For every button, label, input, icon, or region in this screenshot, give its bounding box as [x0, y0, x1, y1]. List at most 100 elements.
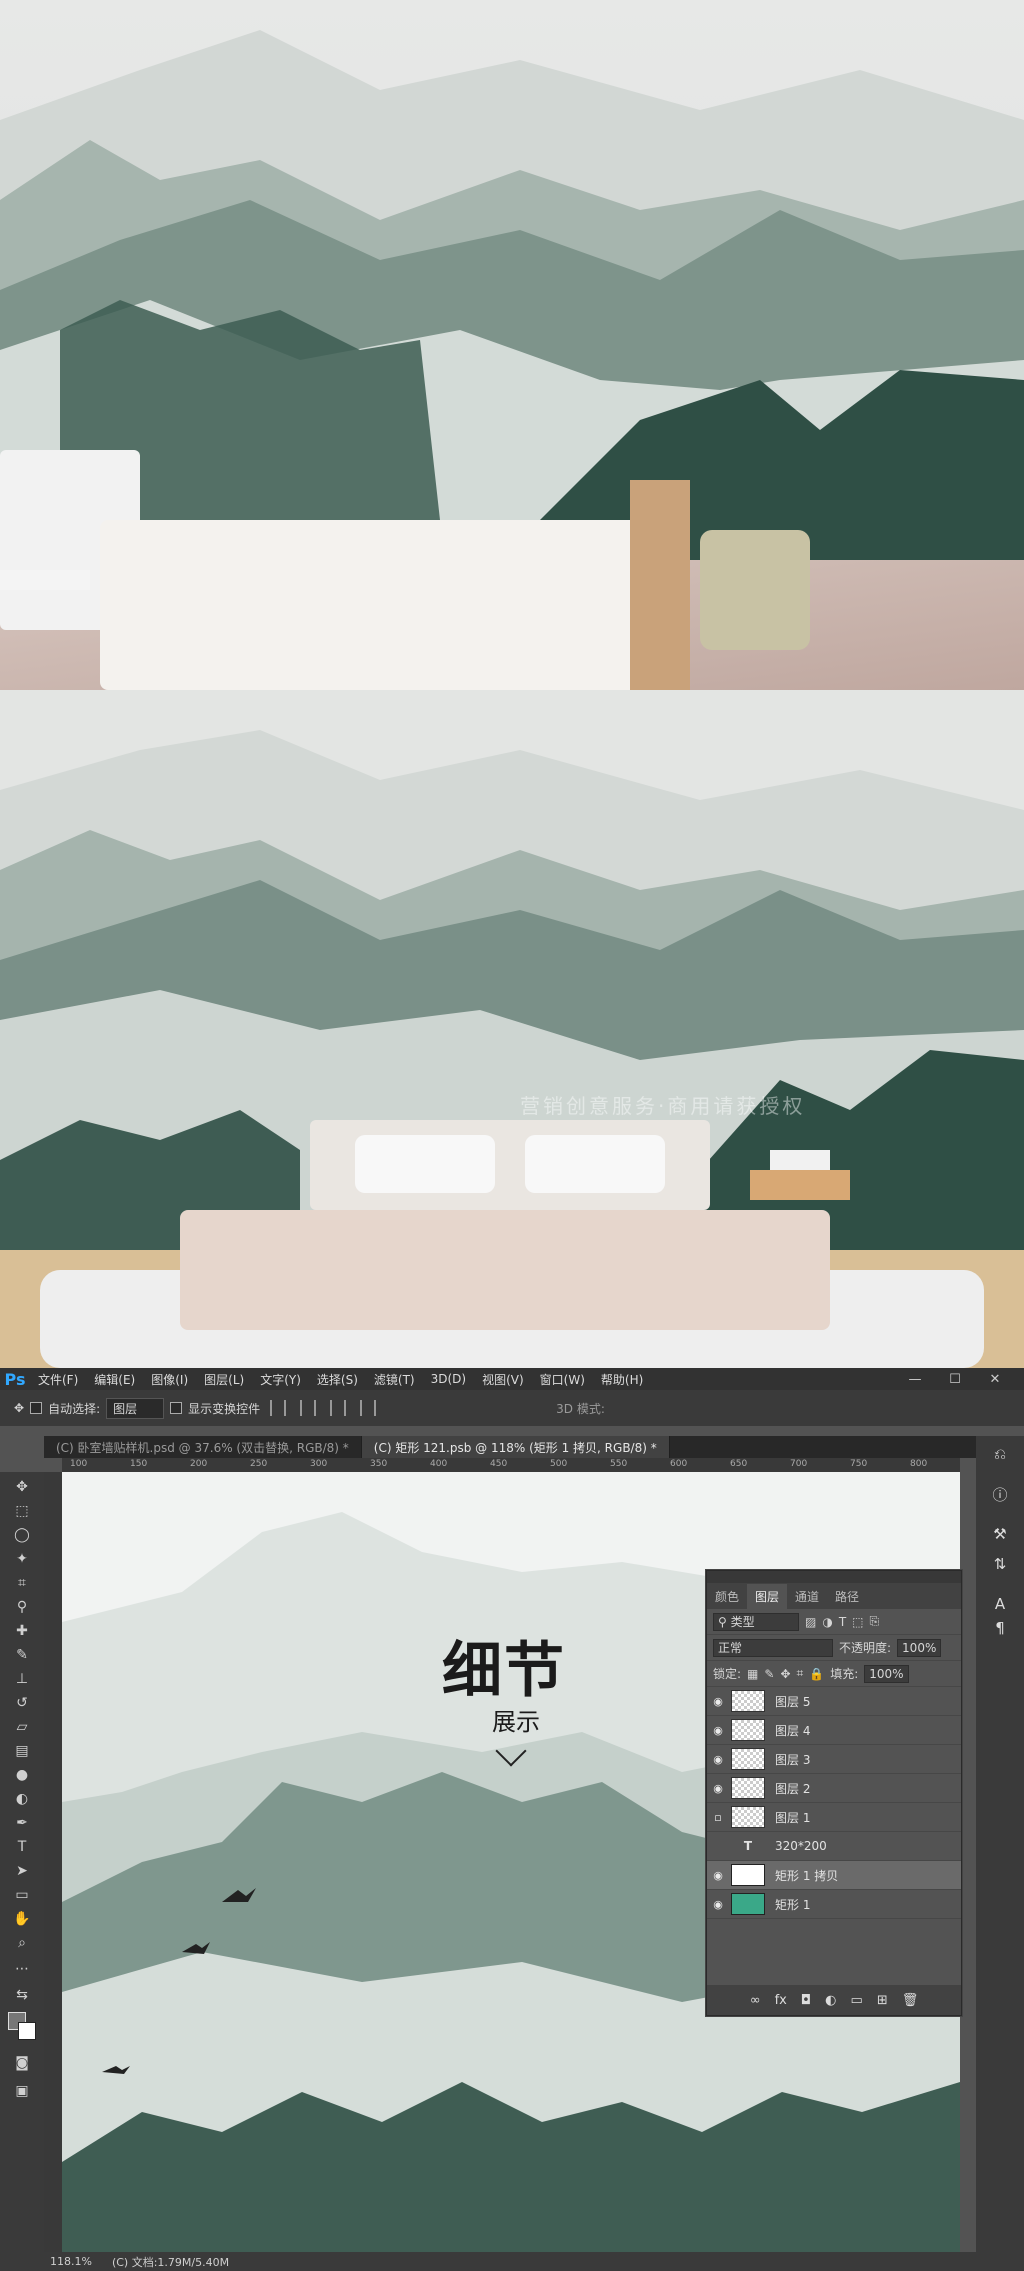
visibility-eye-icon[interactable]: ◉ [707, 1782, 729, 1795]
menu-file[interactable]: 文件(F) [30, 1371, 86, 1388]
brush-tool-icon[interactable]: ✎ [10, 1644, 34, 1666]
align-left-icon[interactable] [270, 1400, 287, 1416]
layer-row[interactable]: ▫ 图层 1 [707, 1803, 961, 1832]
layer-filter-dropdown[interactable]: ⚲ 类型 [713, 1612, 799, 1631]
stamp-tool-icon[interactable]: ⊥ [10, 1668, 34, 1690]
lock-artboard-icon[interactable]: ⌗ [797, 1666, 804, 1681]
marquee-tool-icon[interactable]: ⬚ [10, 1500, 34, 1522]
history-brush-icon[interactable]: ↺ [10, 1692, 34, 1714]
show-transform-checkbox[interactable] [170, 1402, 183, 1414]
visibility-toggle-empty[interactable]: ▫ [707, 1811, 729, 1824]
zoom-tool-icon[interactable]: ⌕ [10, 1932, 34, 1954]
brush-settings-icon[interactable]: ⚒ [988, 1522, 1012, 1546]
visibility-eye-icon[interactable]: ◉ [707, 1869, 729, 1882]
move-tool-icon[interactable]: ✥ [10, 1476, 34, 1498]
filter-shape-icon[interactable]: ⬚ [852, 1615, 863, 1629]
menu-3d[interactable]: 3D(D) [423, 1372, 474, 1386]
layer-thumbnail [731, 1719, 765, 1741]
3d-mode-label: 3D 模式: [556, 1401, 605, 1416]
tab-color[interactable]: 颜色 [707, 1584, 747, 1609]
lock-brush-icon[interactable]: ✎ [764, 1667, 774, 1681]
menu-help[interactable]: 帮助(H) [593, 1371, 651, 1388]
menu-layer[interactable]: 图层(L) [196, 1371, 252, 1388]
history-icon[interactable]: ⎌ [988, 1442, 1012, 1466]
path-select-icon[interactable]: ➤ [10, 1860, 34, 1882]
auto-select-dropdown[interactable]: 图层 [106, 1397, 165, 1419]
menu-image[interactable]: 图像(I) [143, 1371, 196, 1388]
layer-row[interactable]: ◉ 矩形 1 [707, 1890, 961, 1919]
fx-icon[interactable]: fx [775, 1993, 787, 2008]
minimize-button[interactable]: — [900, 1368, 930, 1390]
screen-mode-icon[interactable]: ▣ [10, 2080, 34, 2102]
quick-mask-icon[interactable]: ◙ [10, 2052, 34, 2074]
visibility-eye-icon[interactable]: ◉ [707, 1898, 729, 1911]
swap-colors-icon[interactable]: ⇆ [10, 1984, 34, 2006]
info-icon[interactable]: ⓘ [988, 1482, 1012, 1506]
visibility-eye-icon[interactable]: ◉ [707, 1753, 729, 1766]
background-color-swatch[interactable] [18, 2022, 36, 2040]
blur-tool-icon[interactable]: ● [10, 1764, 34, 1786]
align-center-icon[interactable] [300, 1400, 317, 1416]
gradient-tool-icon[interactable]: ▤ [10, 1740, 34, 1762]
delete-layer-icon[interactable]: 🗑 [902, 1993, 919, 2008]
adjustment-layer-icon[interactable]: ◐ [825, 1993, 836, 2008]
visibility-eye-icon[interactable]: ◉ [707, 1724, 729, 1737]
lock-position-icon[interactable]: ✥ [780, 1667, 790, 1681]
menu-view[interactable]: 视图(V) [474, 1371, 532, 1388]
tab-layers[interactable]: 图层 [747, 1584, 788, 1609]
filter-pixel-icon[interactable]: ▨ [805, 1615, 816, 1629]
tab-paths[interactable]: 路径 [827, 1584, 867, 1609]
menu-filter[interactable]: 滤镜(T) [366, 1371, 423, 1388]
adjustments-icon[interactable]: ⇅ [988, 1552, 1012, 1576]
align-right-icon[interactable] [330, 1400, 347, 1416]
hand-tool-icon[interactable]: ✋ [10, 1908, 34, 1930]
layer-row[interactable]: T 320*200 [707, 1832, 961, 1861]
distribute-icon[interactable] [360, 1400, 377, 1416]
healing-brush-icon[interactable]: ✚ [10, 1620, 34, 1642]
paragraph-icon[interactable]: ¶ [988, 1616, 1012, 1640]
menu-window[interactable]: 窗口(W) [532, 1371, 593, 1388]
filter-adjust-icon[interactable]: ◑ [822, 1615, 832, 1629]
menu-select[interactable]: 选择(S) [309, 1371, 366, 1388]
lock-pixels-icon[interactable]: ▦ [747, 1667, 758, 1681]
type-tool-icon[interactable]: T [10, 1836, 34, 1858]
add-mask-icon[interactable]: ◘ [801, 1993, 811, 2008]
layer-row[interactable]: ◉ 图层 2 [707, 1774, 961, 1803]
lasso-tool-icon[interactable]: ◯ [10, 1524, 34, 1546]
pen-tool-icon[interactable]: ✒ [10, 1812, 34, 1834]
layer-row[interactable]: ◉ 图层 5 [707, 1687, 961, 1716]
new-group-icon[interactable]: ▭ [851, 1993, 863, 2008]
menu-edit[interactable]: 编辑(E) [86, 1371, 143, 1388]
layer-row[interactable]: ◉ 矩形 1 拷贝 [707, 1861, 961, 1890]
close-button[interactable]: ✕ [980, 1368, 1010, 1390]
tab-bedroom-mockup[interactable]: (C) 卧室墙贴样机.psd @ 37.6% (双击替换, RGB/8) * [44, 1436, 362, 1458]
blend-mode-dropdown[interactable]: 正常 [713, 1638, 833, 1657]
link-layers-icon[interactable]: ∞ [750, 1993, 761, 2008]
layer-row[interactable]: ◉ 图层 4 [707, 1716, 961, 1745]
tab-rectangle-121[interactable]: (C) 矩形 121.psb @ 118% (矩形 1 拷贝, RGB/8) * [361, 1436, 670, 1458]
restore-button[interactable]: ☐ [940, 1368, 970, 1390]
layer-row[interactable]: ◉ 图层 3 [707, 1745, 961, 1774]
layer-thumbnail [731, 1777, 765, 1799]
filter-type-icon[interactable]: T [839, 1615, 846, 1629]
move-tool-icon[interactable]: ✥ [14, 1401, 24, 1415]
visibility-eye-icon[interactable]: ◉ [707, 1695, 729, 1708]
filter-smart-icon[interactable]: ⎘ [870, 1614, 880, 1629]
more-tools-icon[interactable]: ⋯ [10, 1958, 34, 1980]
new-layer-icon[interactable]: ⊞ [877, 1993, 888, 2008]
auto-select-checkbox[interactable] [30, 1402, 43, 1414]
shape-tool-icon[interactable]: ▭ [10, 1884, 34, 1906]
lock-all-icon[interactable]: 🔒 [809, 1667, 824, 1681]
magic-wand-icon[interactable]: ✦ [10, 1548, 34, 1570]
crop-tool-icon[interactable]: ⌗ [10, 1572, 34, 1594]
dodge-tool-icon[interactable]: ◐ [10, 1788, 34, 1810]
eyedropper-icon[interactable]: ⚲ [10, 1596, 34, 1618]
fill-input[interactable]: 100% [864, 1664, 909, 1683]
menu-type[interactable]: 文字(Y) [252, 1371, 309, 1388]
character-icon[interactable]: A [988, 1592, 1012, 1616]
zoom-level[interactable]: 118.1% [50, 2255, 92, 2268]
eraser-icon[interactable]: ▱ [10, 1716, 34, 1738]
tab-channels[interactable]: 通道 [787, 1584, 827, 1609]
opacity-input[interactable]: 100% [897, 1638, 942, 1657]
ruler-tick: 650 [730, 1459, 748, 1469]
